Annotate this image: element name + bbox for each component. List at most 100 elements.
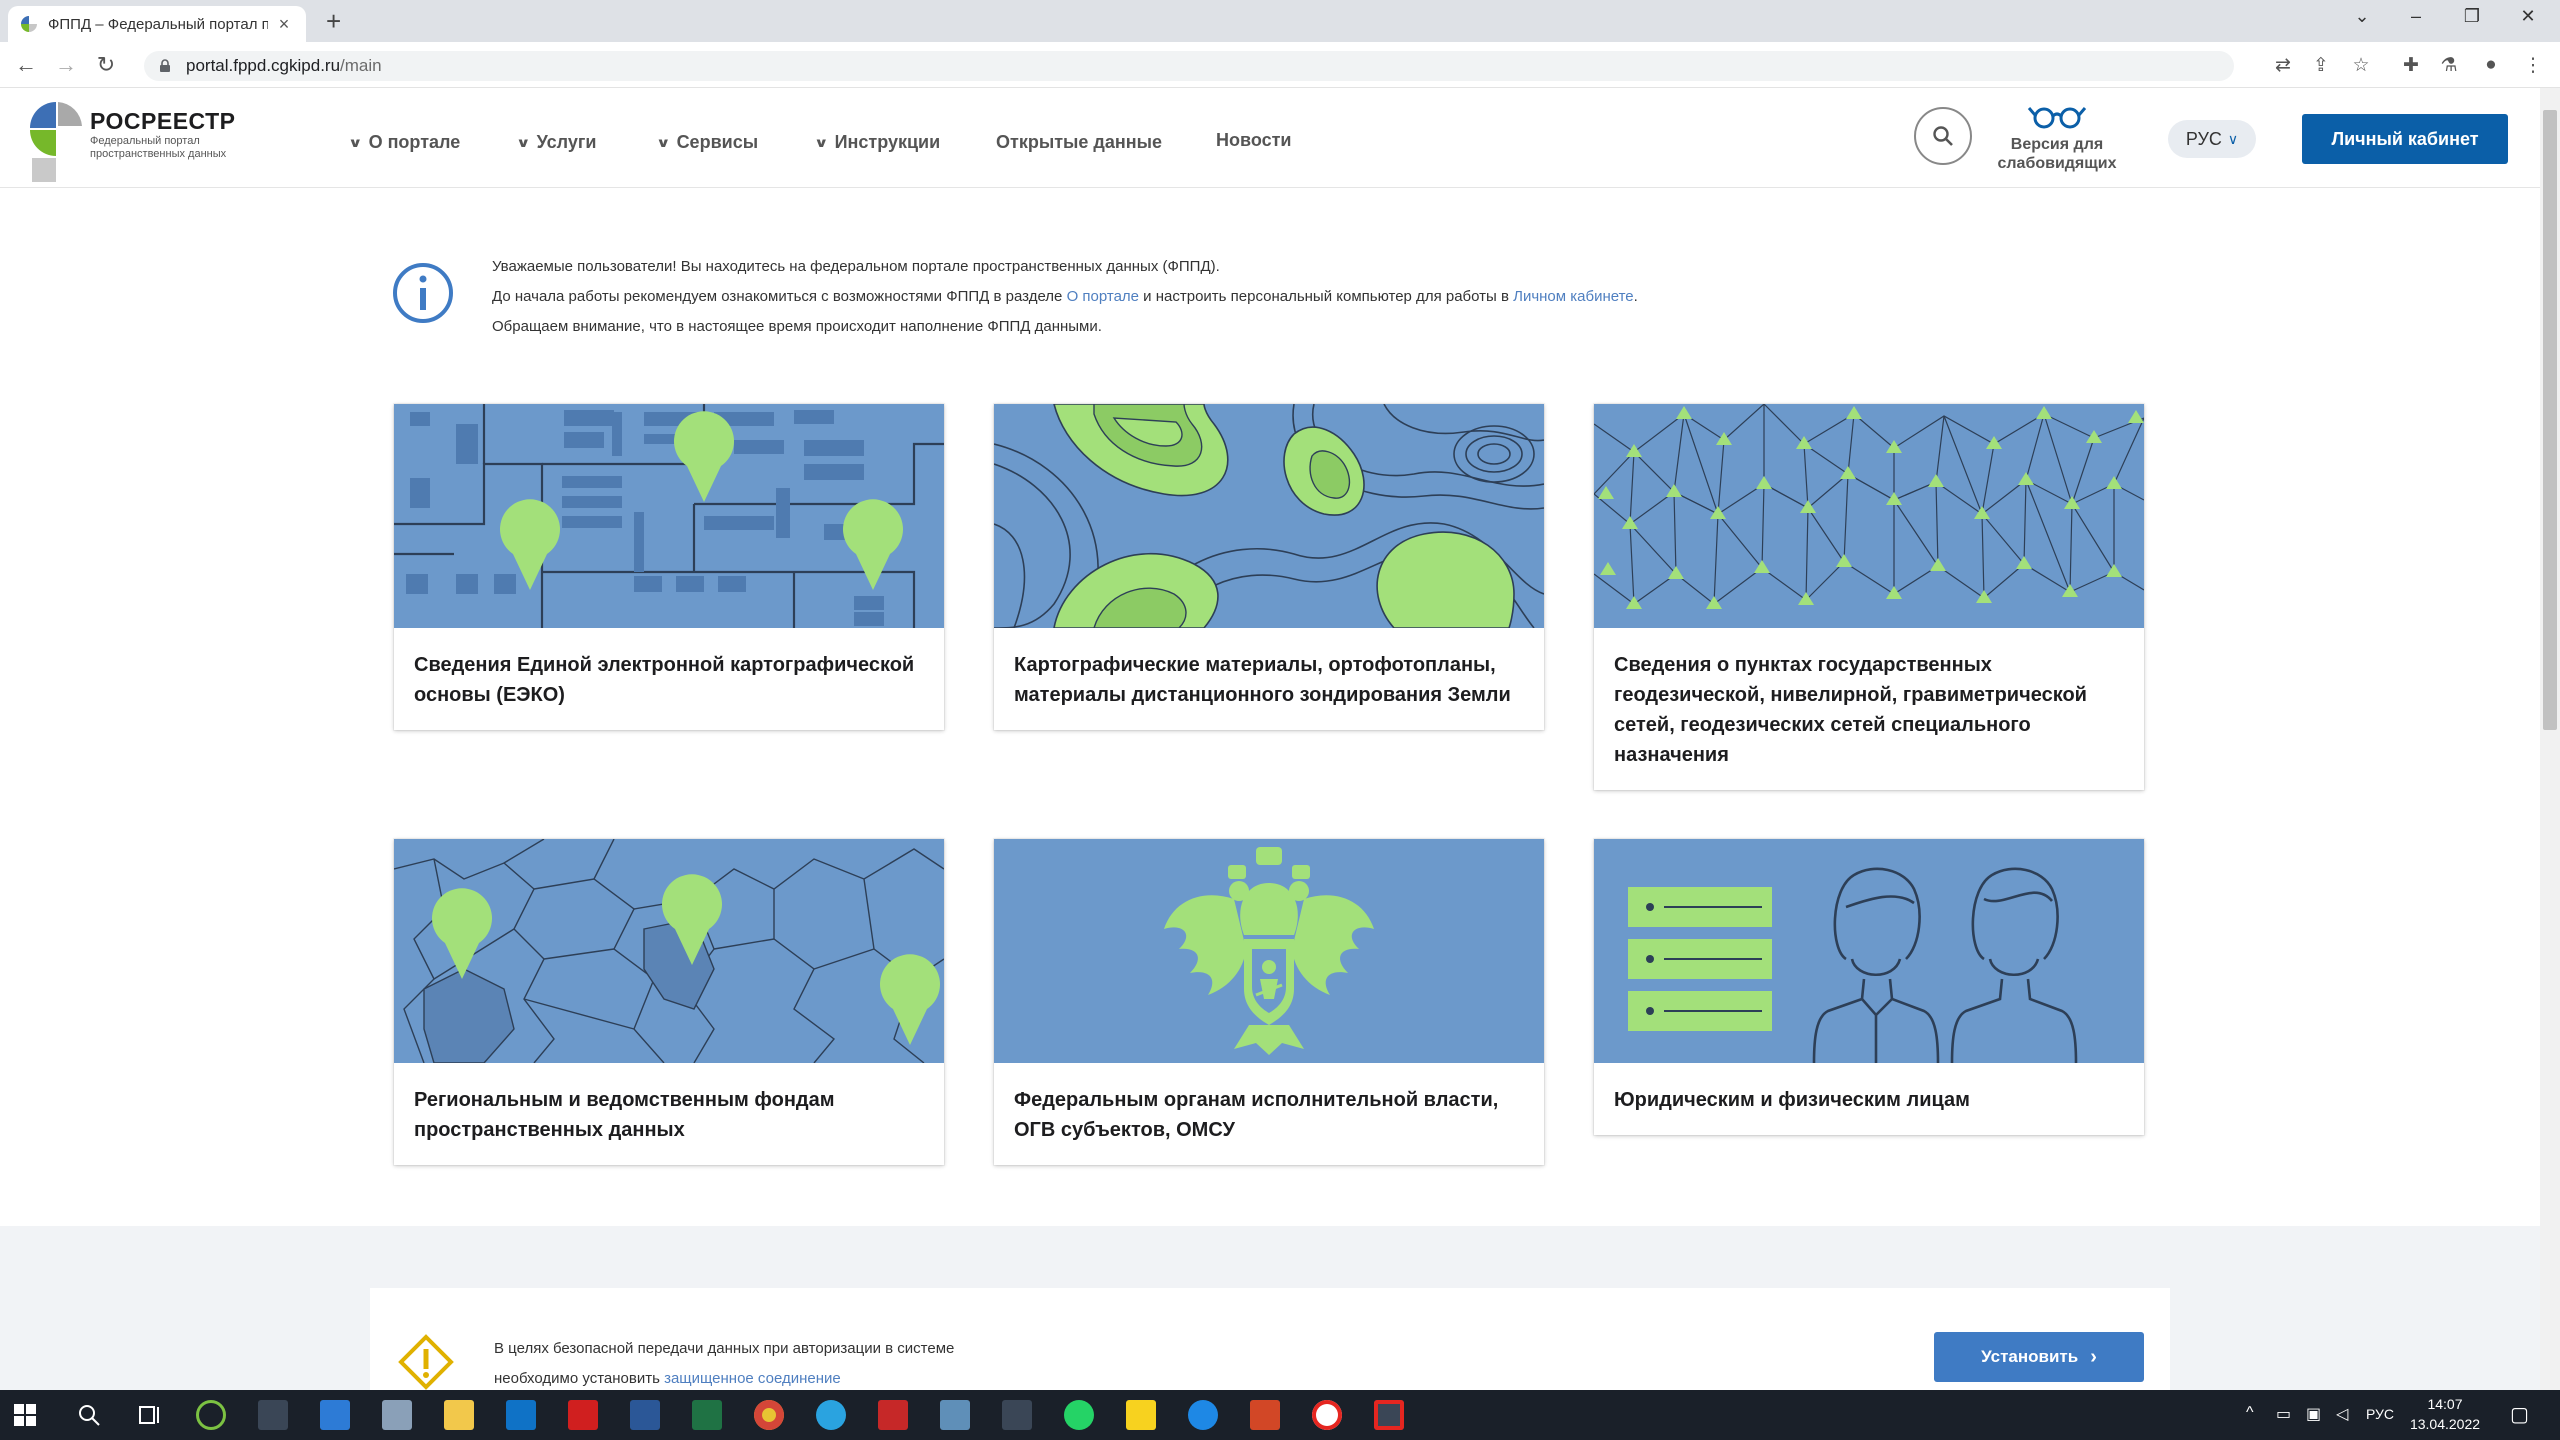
powerpoint-icon[interactable] — [1250, 1400, 1280, 1430]
monitor-icon[interactable]: ▣ — [2306, 1404, 2321, 1424]
close-window-icon[interactable]: ✕ — [2508, 6, 2548, 27]
minimize-icon[interactable]: – — [2396, 6, 2436, 27]
about-portal-link[interactable]: О портале — [1067, 288, 1139, 305]
translate-icon[interactable]: ⇄ — [2270, 54, 2296, 77]
nav-tools-label: Сервисы — [676, 132, 759, 152]
card-legal-and-individuals[interactable]: Юридическим и физическим лицам — [1594, 839, 2144, 1135]
site-header: РОСРЕЕСТР Федеральный портал пространств… — [0, 88, 2540, 188]
nav-services-label: Услуги — [536, 132, 597, 152]
url-host: portal.fppd.cgkipd.ru — [186, 56, 341, 75]
info-icon — [393, 263, 453, 323]
acrobat-icon[interactable] — [568, 1400, 598, 1430]
qgis-icon[interactable] — [196, 1400, 226, 1430]
vision-label-line2: слабовидящих — [1997, 155, 2117, 172]
telegram-icon[interactable] — [816, 1400, 846, 1430]
nav-tools[interactable]: ∨ Сервисы — [655, 132, 759, 153]
card-title: Федеральным органам исполнительной власт… — [1014, 1089, 1499, 1141]
notifications-icon[interactable]: ▢ — [2510, 1402, 2529, 1427]
task-view-icon[interactable] — [134, 1400, 164, 1430]
secure-connection-text: В целях безопасной передачи данных при а… — [494, 1334, 954, 1394]
notice-line-1: В целях безопасной передачи данных при а… — [494, 1340, 955, 1357]
outlook-icon[interactable] — [506, 1400, 536, 1430]
tray-chevron-icon[interactable]: ^ — [2246, 1404, 2254, 1422]
url-field[interactable]: portal.fppd.cgkipd.ru/main — [144, 51, 2234, 81]
info-line-2: До начала работы рекомендуем ознакомитьс… — [492, 288, 1638, 305]
extensions-icon[interactable]: ✚ — [2398, 54, 2424, 77]
back-icon[interactable]: ← — [12, 52, 40, 78]
card-federal-authorities[interactable]: Федеральным органам исполнительной власт… — [994, 839, 1544, 1165]
new-tab-icon[interactable]: + — [326, 6, 341, 36]
yandex-browser-icon[interactable] — [1312, 1400, 1342, 1430]
personal-account-button[interactable]: Личный кабинет — [2302, 114, 2508, 164]
address-bar: ← → ↻ portal.fppd.cgkipd.ru/main ⇄ ⇪ ☆ ✚… — [0, 42, 2560, 88]
nav-open-data[interactable]: Открытые данные — [996, 132, 1162, 153]
rosreestr-favicon — [21, 16, 37, 32]
forward-icon[interactable]: → — [52, 52, 80, 78]
close-tab-icon[interactable]: × — [274, 14, 294, 35]
volume-icon[interactable]: ◁ — [2336, 1404, 2348, 1424]
language-selector[interactable]: РУС ∨ — [2168, 120, 2256, 158]
reload-icon[interactable]: ↻ — [92, 52, 120, 78]
clock-time: 14:07 — [2427, 1396, 2463, 1412]
windows-taskbar: ^ ▭ ▣ ◁ РУС 14:07 13.04.2022 ▢ — [0, 1390, 2560, 1440]
restore-icon[interactable]: ❐ — [2452, 6, 2492, 27]
chevron-down-icon: ∨ — [655, 134, 671, 150]
bookmark-star-icon[interactable]: ☆ — [2348, 54, 2374, 77]
windows-start-icon[interactable] — [10, 1400, 40, 1430]
system-clock[interactable]: 14:07 13.04.2022 — [2400, 1394, 2490, 1434]
input-language[interactable]: РУС — [2366, 1406, 2394, 1422]
scrollbar-thumb[interactable] — [2543, 110, 2557, 730]
app-icon[interactable] — [258, 1400, 288, 1430]
word-icon[interactable] — [630, 1400, 660, 1430]
share-icon[interactable]: ⇪ — [2308, 54, 2334, 77]
app-icon[interactable] — [1188, 1400, 1218, 1430]
network-icon[interactable]: ▭ — [2276, 1404, 2291, 1424]
card-geodetic-points[interactable]: Сведения о пунктах государственных геоде… — [1594, 404, 2144, 790]
card-eeko[interactable]: Сведения Единой электронной картографиче… — [394, 404, 944, 730]
nav-news[interactable]: Новости — [1216, 130, 1291, 151]
tab-title: ФППД – Федеральный портал пространственн… — [48, 15, 268, 33]
nav-open-data-label: Открытые данные — [996, 132, 1162, 152]
chevron-down-icon: ∨ — [515, 134, 531, 150]
coat-of-arms-illustration — [994, 839, 1544, 1063]
low-vision-version-link[interactable]: Версия для слабовидящих — [1990, 102, 2124, 173]
card-regional-funds[interactable]: Региональным и ведомственным фондам прос… — [394, 839, 944, 1165]
chrome-icon[interactable] — [754, 1400, 784, 1430]
browser-tab[interactable]: ФППД – Федеральный портал пространственн… — [8, 6, 306, 42]
nav-news-label: Новости — [1216, 130, 1292, 150]
personal-account-link[interactable]: Личном кабинете — [1513, 288, 1634, 305]
app-icon[interactable] — [320, 1400, 350, 1430]
map-pins-illustration — [394, 404, 944, 628]
info-line-2-text-b: и настроить персональный компьютер для р… — [1139, 288, 1514, 305]
secure-connection-panel: В целях безопасной передачи данных при а… — [370, 1288, 2170, 1398]
install-button[interactable]: Установить › — [1934, 1332, 2144, 1382]
calculator-icon[interactable] — [382, 1400, 412, 1430]
nav-services[interactable]: ∨ Услуги — [515, 132, 597, 153]
topographic-contours-illustration — [994, 404, 1544, 628]
card-cartographic-materials[interactable]: Картографические материалы, ортофотоплан… — [994, 404, 1544, 730]
excel-icon[interactable] — [692, 1400, 722, 1430]
tab-search-icon[interactable]: ⌄ — [2342, 6, 2382, 27]
geodetic-network-illustration — [1594, 404, 2144, 628]
browser-menu-icon[interactable]: ⋮ — [2520, 54, 2546, 77]
file-explorer-icon[interactable] — [444, 1400, 474, 1430]
search-button[interactable] — [1914, 107, 1972, 165]
app-icon[interactable] — [1374, 1400, 1404, 1430]
language-value: РУС — [2185, 128, 2222, 149]
site-logo[interactable]: РОСРЕЕСТР Федеральный портал пространств… — [28, 100, 236, 184]
lab-icon[interactable]: ⚗ — [2436, 54, 2462, 77]
sticky-notes-icon[interactable] — [1126, 1400, 1156, 1430]
app-icon[interactable] — [1002, 1400, 1032, 1430]
chevron-right-icon: › — [2090, 1345, 2097, 1368]
nav-about[interactable]: ∨ О портале — [348, 132, 460, 153]
nav-instructions[interactable]: ∨ Инструкции — [814, 132, 940, 153]
app-icon[interactable] — [940, 1400, 970, 1430]
whatsapp-icon[interactable] — [1064, 1400, 1094, 1430]
profile-icon[interactable]: ● — [2478, 54, 2504, 76]
app-icon[interactable] — [878, 1400, 908, 1430]
glasses-icon — [2027, 107, 2087, 129]
page-scrollbar[interactable] — [2540, 88, 2560, 1390]
search-icon[interactable] — [74, 1400, 104, 1430]
secure-connection-link[interactable]: защищенное соединение — [664, 1370, 841, 1387]
url-path: /main — [340, 56, 382, 75]
